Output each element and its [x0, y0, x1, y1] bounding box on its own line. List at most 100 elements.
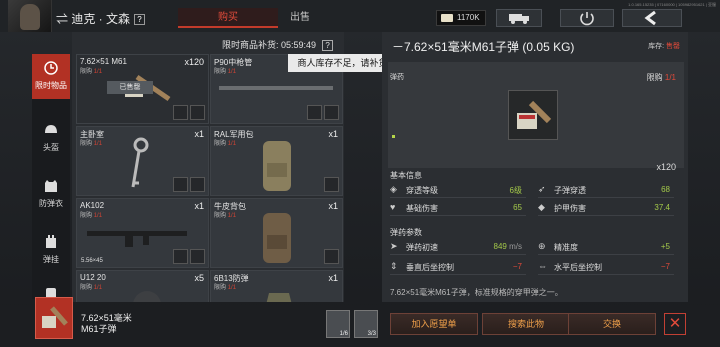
close-button[interactable]: ✕: [664, 313, 686, 335]
attachment-slot: [173, 177, 188, 192]
back-button[interactable]: [622, 9, 682, 27]
item-limit: 限购 1/1: [214, 69, 237, 75]
slot-count: 1/6: [339, 331, 348, 337]
attachment-slot: [324, 105, 339, 120]
truck-icon: [509, 14, 529, 24]
sidebar-item-helmet[interactable]: 头盔: [32, 116, 70, 161]
item-limit: 限购 1/1: [80, 213, 103, 219]
detail-title: －7.62×51毫米M61子弹 (0.05 KG): [392, 40, 575, 54]
detail-limit: 限购 1/1: [646, 73, 676, 82]
power-button[interactable]: [560, 9, 614, 27]
vehicle-button[interactable]: [496, 9, 542, 27]
chest-rig-icon: [43, 234, 59, 250]
exchange-slot-1[interactable]: 1/6: [326, 310, 350, 338]
item-card-cow-bag[interactable]: 牛皮背包 限购 1/1 x1: [210, 198, 343, 268]
clock-icon: [43, 60, 59, 76]
helmet-icon: [43, 122, 59, 138]
sidebar-item-label: 防弹衣: [39, 199, 63, 208]
stat-muzzle-velocity: ➤ 弹药初速 849 m/s: [390, 239, 526, 255]
sidebar-item-chest-rig[interactable]: 弹挂: [32, 228, 70, 273]
exchange-slot-2[interactable]: 3/3: [354, 310, 378, 338]
attachment-slot: [307, 105, 322, 120]
key-image: [131, 137, 149, 188]
drum-image: [133, 291, 161, 302]
item-count: x1: [328, 201, 338, 211]
barrel-image: [219, 86, 333, 90]
selected-item-icon: [35, 297, 73, 339]
sidebar-item-label: 弹挂: [43, 255, 59, 264]
item-card-m61[interactable]: 7.62×51 M61 限购 1/1 x120 已售罄: [76, 54, 209, 124]
player-name[interactable]: ⇌ 迪克 · 文森: [56, 12, 130, 26]
selected-item-name: 7.62×51毫米 M61子弹: [81, 313, 132, 334]
back-arrow-icon: [644, 10, 656, 26]
add-wishlist-button[interactable]: 加入愿望单: [390, 313, 478, 335]
exchange-button[interactable]: 交换: [568, 313, 656, 335]
restock-help-button[interactable]: ?: [322, 40, 334, 51]
item-card-u12[interactable]: U12 20 限购 1/1 x5: [76, 270, 209, 302]
vest-icon: [43, 178, 59, 194]
item-limit: 限购 1/1: [214, 141, 237, 147]
item-count: x1: [194, 201, 204, 211]
avatar[interactable]: [8, 0, 52, 32]
backpack-image: [263, 141, 291, 191]
attachment-slot: [190, 249, 205, 264]
sidebar-item-vest[interactable]: 防弹衣: [32, 172, 70, 217]
item-card-ral-bag[interactable]: RAL军用包 限购 1/1 x1: [210, 126, 343, 196]
stat-accuracy: ⊕ 精准度 +5: [538, 239, 674, 255]
attachment-slot: [173, 249, 188, 264]
armor-icon: ◆: [538, 202, 545, 212]
attachment-slot: [173, 105, 188, 120]
player-name-area: ⇌ 迪克 · 文森?: [56, 10, 145, 27]
money-value: 1170K: [457, 13, 480, 22]
item-description: 7.62×51毫米M61子弹，标准规格的穿甲弹之一。: [390, 288, 563, 297]
backpack-image: [263, 213, 291, 263]
item-count: x1: [328, 129, 338, 139]
version-text: 1.0.165.15235 | 07160000 | 105982951621 …: [628, 2, 716, 7]
attachment-slot: [324, 249, 339, 264]
restock-timer: 限时商品补货: 05:59:49?: [222, 38, 334, 51]
item-count: x5: [194, 273, 204, 283]
stat-horizontal-recoil: ⇔ 水平后坐控制 −7: [538, 259, 674, 275]
accuracy-icon: ⊕: [538, 241, 546, 251]
stat-vertical-recoil: ⇕ 垂直后坐控制 −7: [390, 259, 526, 275]
money-display: 1170K: [436, 10, 486, 26]
section-basic-title: 基本信息: [390, 171, 422, 180]
item-card-6b13[interactable]: 6B13防弹 限购 1/1 x1: [210, 270, 343, 302]
item-limit: 限购 1/1: [80, 69, 103, 75]
sidebar-item-limited[interactable]: 限时物品: [32, 54, 70, 99]
item-limit: 限购 1/1: [214, 213, 237, 219]
item-name: 7.62×51 M61: [80, 57, 127, 66]
stat-penetration-level: ◈ 穿透等级 6级: [390, 182, 526, 198]
money-icon: [441, 14, 453, 22]
item-count: x1: [328, 273, 338, 283]
item-limit: 限购 1/1: [80, 285, 103, 291]
stat-base-damage: ♥ 基础伤害 65: [390, 200, 526, 216]
section-ammo-title: 弹药参数: [390, 228, 422, 237]
help-button[interactable]: ?: [134, 14, 145, 26]
item-name: U12 20: [80, 273, 106, 282]
item-detail-panel: －7.62×51毫米M61子弹 (0.05 KG) 库存: 售罄 弹药 限购 1…: [382, 32, 688, 302]
tab-sell[interactable]: 出售: [250, 8, 350, 28]
search-item-button[interactable]: 搜索此物: [482, 313, 570, 335]
item-limit: 限购 1/1: [214, 285, 237, 291]
item-card-ak102[interactable]: AK102 限购 1/1 x1 5.56×45: [76, 198, 209, 268]
horizontal-recoil-icon: ⇔: [538, 261, 547, 271]
item-card-key[interactable]: 主卧室 限购 1/1 x1: [76, 126, 209, 196]
rifle-image: [87, 231, 187, 247]
vertical-recoil-icon: ⇕: [390, 261, 398, 271]
item-list-panel: 限时商品补货: 05:59:49? 7.62×51 M61 限购 1/1 x12…: [72, 32, 344, 302]
item-count: x1: [194, 129, 204, 139]
attachment-slot: [324, 177, 339, 192]
indicator-dot: [392, 135, 395, 138]
item-count: x120: [184, 57, 204, 67]
item-name: AK102: [80, 201, 105, 210]
attachment-slot: [190, 105, 205, 120]
attachment-slot: [190, 177, 205, 192]
stock-status: 库存: 售罄: [648, 43, 680, 50]
sidebar-item-label: 头盔: [43, 143, 59, 152]
power-icon: [580, 12, 594, 26]
armor-image: [266, 293, 292, 302]
penetration-icon: ◈: [390, 184, 397, 194]
muzzle-velocity-icon: ➤: [390, 241, 398, 251]
trade-screen: ⇌ 迪克 · 文森? 购买 出售 1170K 1.0.165.15235 | 0…: [0, 0, 720, 347]
